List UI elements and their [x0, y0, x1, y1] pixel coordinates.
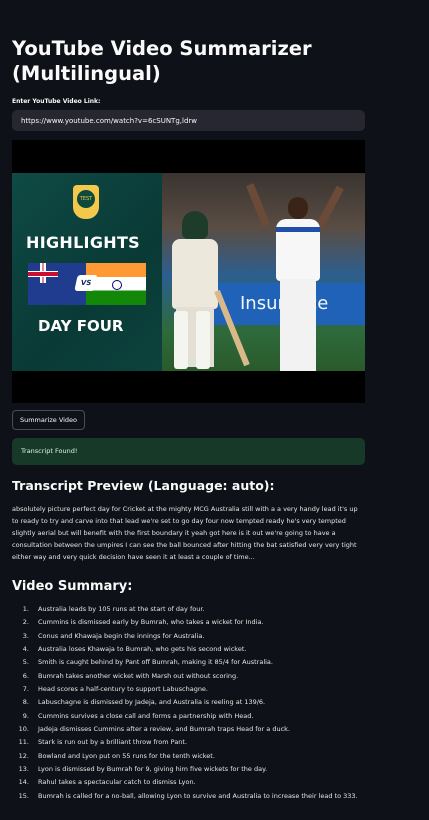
summary-heading: Video Summary:: [12, 579, 133, 594]
summary-item: Stark is run out by a brilliant throw fr…: [13, 736, 188, 750]
summary-list: Australia leads by 105 runs at the start…: [12, 603, 365, 804]
summary-item: Rahul takes a spectacular catch to dismi…: [13, 776, 196, 790]
transcript-preview: absolutely picture perfect day for Crick…: [12, 505, 358, 561]
summary-item: Jadeja dismisses Cummins after a review,…: [13, 723, 290, 737]
day-four-title: DAY FOUR: [38, 317, 124, 335]
test-badge-icon: TEST: [73, 185, 99, 219]
summary-item: Australia loses Khawaja to Bumrah, who g…: [13, 643, 247, 657]
summary-item: Head scores a half-century to support La…: [13, 683, 208, 697]
summarize-video-button[interactable]: Summarize Video: [12, 410, 85, 430]
summary-item: Bumrah is called for a no-ball, allowing…: [13, 790, 358, 804]
vs-badge: VS: [74, 275, 98, 291]
transcript-heading: Transcript Preview (Language: auto):: [12, 478, 275, 493]
page-title: YouTube Video Summarizer (Multilingual): [12, 37, 312, 85]
summary-item: Cummins is dismissed early by Bumrah, wh…: [13, 616, 264, 630]
success-alert: Transcript Found!: [12, 438, 365, 465]
summary-item: Labuschagne is dismissed by Jadeja, and …: [13, 696, 266, 710]
team-flags: VS: [28, 263, 146, 305]
thumbnail-photo: Insurance: [162, 173, 365, 371]
badge-text: TEST: [77, 190, 95, 208]
summary-item: Conus and Khawaja begin the innings for …: [13, 630, 205, 644]
bowler-figure: [246, 177, 344, 371]
video-player[interactable]: Insurance: [12, 140, 365, 403]
summary-item: Smith is caught behind by Pant off Bumra…: [13, 656, 273, 670]
thumbnail-panel: TEST HIGHLIGHTS VS DAY FOUR: [12, 173, 162, 371]
highlights-title: HIGHLIGHTS: [26, 233, 140, 252]
summary-item: Bowland and Lyon put on 55 runs for the …: [13, 750, 215, 764]
summary-item: Lyon is dismissed by Bumrah for 9, givin…: [13, 763, 268, 777]
summary-item: Bumrah takes another wicket with Marsh o…: [13, 670, 239, 684]
batsman-figure: [166, 211, 250, 371]
video-thumbnail[interactable]: Insurance: [12, 173, 365, 371]
url-input-label: Enter YouTube Video Link:: [12, 98, 101, 105]
summary-item: Cummins survives a close call and forms …: [13, 710, 254, 724]
video-url-input[interactable]: [12, 110, 365, 131]
summary-item: Australia leads by 105 runs at the start…: [13, 603, 205, 617]
